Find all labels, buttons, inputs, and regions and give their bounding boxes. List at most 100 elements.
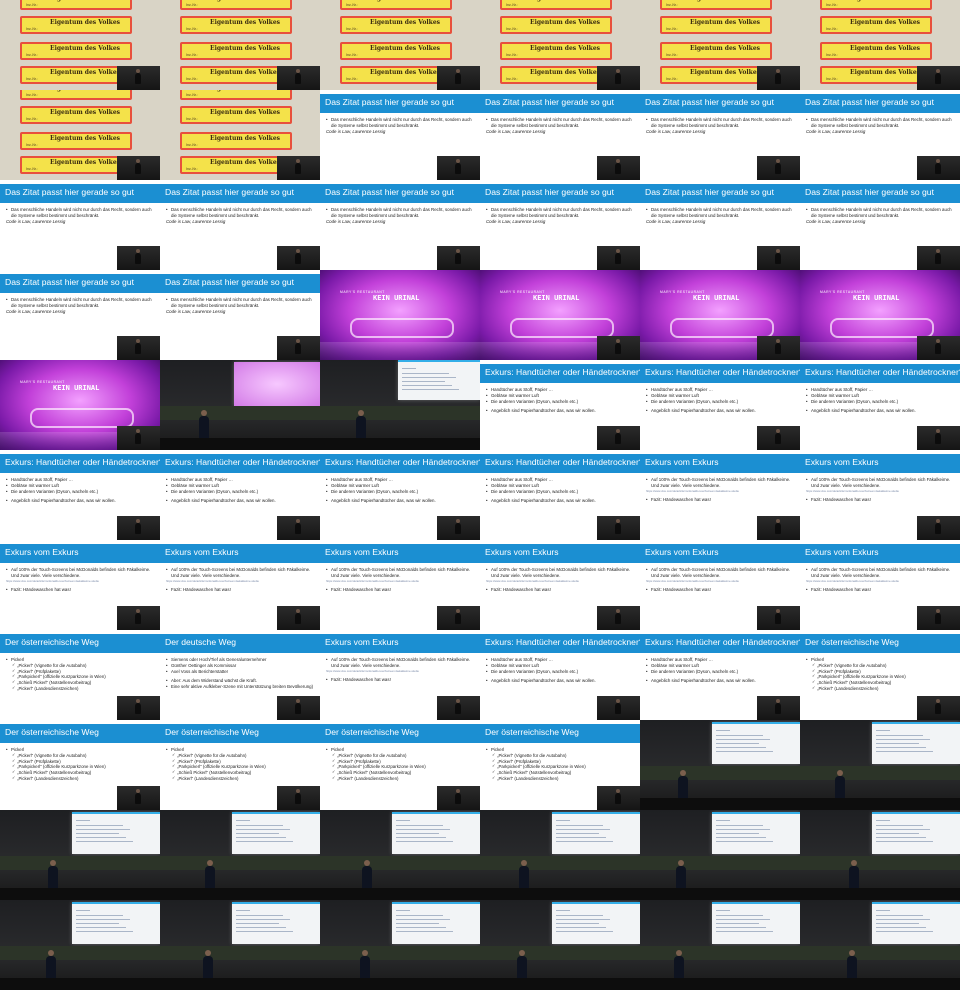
video-thumbnail[interactable]: Das Zitat passt hier gerade so gut Das me… [160, 180, 320, 270]
slide-title: Das Zitat passt hier gerade so gut [645, 187, 774, 197]
speaker-head [136, 69, 140, 73]
video-thumbnail[interactable]: MARY'S RESTAURANT KEIN URINAL [320, 270, 480, 360]
video-thumbnail[interactable] [800, 810, 960, 900]
bullet: Fazit: Händewaschen hat was! [6, 587, 154, 593]
video-thumbnail[interactable]: Das Zitat passt hier gerade so gut Das me… [640, 90, 800, 180]
slide-header-bar: Das Zitat passt hier gerade so gut [320, 94, 480, 113]
lecturer-head [207, 860, 213, 866]
video-thumbnail[interactable]: Eigentum des VolkesInv.-Nr.:Eigentum des… [0, 90, 160, 180]
sticker-title: Eigentum des Volkes [850, 45, 921, 52]
video-thumbnail[interactable] [160, 360, 320, 450]
urinal-sign: KEIN URINAL [693, 294, 740, 302]
sticker-title: Eigentum des Volkes [530, 0, 600, 2]
video-thumbnail[interactable]: MARY'S RESTAURANT KEIN URINAL [800, 270, 960, 360]
video-thumbnail[interactable]: Exkurs vom Exkurs Auf 100% der Touch-Scre… [320, 540, 480, 630]
speaker-figure [455, 613, 461, 624]
video-thumbnail[interactable] [800, 720, 960, 810]
video-thumbnail[interactable]: MARY'S RESTAURANT KEIN URINAL [480, 270, 640, 360]
video-thumbnail[interactable] [160, 810, 320, 900]
speaker-cam-inset [277, 786, 320, 810]
video-thumbnail[interactable]: Exkurs: Handtücher oder Händetrockner? Ha… [160, 450, 320, 540]
video-thumbnail[interactable]: Das Zitat passt hier gerade so gut Das me… [160, 270, 320, 360]
screen-text-line [402, 373, 449, 374]
bullet: Auf 100% der Touch-Screens bei McDonalds… [806, 477, 954, 489]
video-thumbnail[interactable]: Exkurs: Handtücher oder Händetrockner? Ha… [800, 360, 960, 450]
video-thumbnail[interactable]: Das Zitat passt hier gerade so gut Das me… [0, 180, 160, 270]
video-thumbnail[interactable]: Exkurs vom Exkurs Auf 100% der Touch-Scre… [320, 630, 480, 720]
speaker-head [616, 69, 620, 73]
speaker-head [936, 609, 940, 613]
speaker-head [936, 339, 940, 343]
video-thumbnail[interactable]: Exkurs: Handtücher oder Händetrockner? Ha… [320, 450, 480, 540]
video-thumbnail[interactable]: Eigentum des VolkesInv.-Nr.: Eigentum des… [640, 0, 800, 90]
video-thumbnail[interactable]: Der österreichische Weg Pickerl„Pickerl“ … [320, 720, 480, 810]
video-thumbnail[interactable]: Eigentum des VolkesInv.-Nr.:Eigentum des… [160, 90, 320, 180]
video-thumbnail[interactable] [320, 360, 480, 450]
screen-text-line [716, 923, 759, 924]
speaker-cam-inset [117, 786, 160, 810]
video-thumbnail[interactable] [640, 720, 800, 810]
video-thumbnail[interactable]: Der österreichische Weg Pickerl„Pickerl“ … [480, 720, 640, 810]
slide-header-bar: Das Zitat passt hier gerade so gut [640, 184, 800, 203]
bullet: Das menschliche Handeln wird nicht nur d… [6, 297, 154, 309]
lecturer [203, 950, 213, 980]
video-thumbnail[interactable]: Exkurs: Handtücher oder Händetrockner? Ha… [640, 360, 800, 450]
speaker-head [776, 429, 780, 433]
video-thumbnail[interactable]: Das Zitat passt hier gerade so gut Das me… [480, 90, 640, 180]
video-thumbnail[interactable]: Der österreichische Weg Pickerl„Pickerl“ … [0, 720, 160, 810]
video-thumbnail[interactable]: Eigentum des VolkesInv.-Nr.:Eigentum des… [320, 0, 480, 90]
video-thumbnail[interactable]: Exkurs: Handtücher oder Händetrockner? Ha… [0, 450, 160, 540]
video-thumbnail[interactable]: Eigentum des VolkesInv.-Nr.:Eigentum des… [480, 0, 640, 90]
screen-text-line [716, 837, 766, 838]
video-thumbnail[interactable] [0, 900, 160, 990]
chalkboard [800, 946, 960, 960]
video-thumbnail[interactable]: Das Zitat passt hier gerade so gut Das me… [320, 180, 480, 270]
sticker-inventory-label: Inv.-Nr.: [506, 77, 518, 81]
video-thumbnail[interactable]: Exkurs vom Exkurs Auf 100% der Touch-Scre… [640, 450, 800, 540]
video-thumbnail[interactable]: Exkurs: Handtücher oder Händetrockner? Ha… [640, 630, 800, 720]
video-thumbnail[interactable]: Der österreichische Weg Pickerl„Pickerl“ … [800, 630, 960, 720]
lectern [640, 978, 800, 990]
video-thumbnail[interactable] [320, 900, 480, 990]
video-thumbnail[interactable]: Der österreichische Weg Pickerl„Pickerl“ … [0, 630, 160, 720]
screen-text-line [76, 841, 133, 842]
video-thumbnail[interactable] [800, 900, 960, 990]
video-thumbnail[interactable]: Der österreichische Weg Pickerl„Pickerl“ … [160, 720, 320, 810]
video-thumbnail[interactable]: Eigentum des VolkesInv.-Nr.:Eigentum des… [800, 0, 960, 90]
video-thumbnail[interactable]: MARY'S RESTAURANT KEIN URINAL [640, 270, 800, 360]
video-thumbnail[interactable]: Exkurs vom Exkurs Auf 100% der Touch-Scre… [800, 450, 960, 540]
speaker-head [136, 249, 140, 253]
video-thumbnail[interactable] [480, 810, 640, 900]
video-thumbnail[interactable]: Exkurs vom Exkurs Auf 100% der Touch-Scre… [800, 540, 960, 630]
video-thumbnail[interactable] [0, 810, 160, 900]
video-thumbnail[interactable]: Das Zitat passt hier gerade so gut Das me… [0, 270, 160, 360]
video-thumbnail[interactable]: Das Zitat passt hier gerade so gut Das me… [640, 180, 800, 270]
sticker: Eigentum des Volkes Inv.-Nr.: [660, 42, 772, 60]
screen-text-line [716, 747, 766, 748]
video-thumbnail[interactable]: Das Zitat passt hier gerade so gut Das me… [480, 180, 640, 270]
speaker-cam-inset [437, 786, 480, 810]
video-thumbnail[interactable] [160, 900, 320, 990]
video-thumbnail[interactable] [640, 900, 800, 990]
video-thumbnail[interactable]: MARY'S RESTAURANT KEIN URINAL [0, 360, 160, 450]
citation: Code is Law, Lawrence Lessig [646, 128, 706, 134]
video-thumbnail[interactable]: Eigentum des VolkesInv.-Nr.:Eigentum des… [0, 0, 160, 90]
video-thumbnail[interactable]: Das Zitat passt hier gerade so gut Das me… [320, 90, 480, 180]
video-thumbnail[interactable]: Eigentum des VolkesInv.-Nr.:Eigentum des… [160, 0, 320, 90]
video-thumbnail[interactable] [640, 810, 800, 900]
video-thumbnail[interactable]: Exkurs: Handtücher oder Händetrockner? Ha… [480, 450, 640, 540]
video-thumbnail[interactable]: Exkurs vom Exkurs Auf 100% der Touch-Scre… [640, 540, 800, 630]
video-thumbnail[interactable]: Der deutsche Weg Siemens oder Hoch/Tief a… [160, 630, 320, 720]
sticker: Eigentum des Volkes Inv.-Nr.: [660, 16, 772, 34]
video-thumbnail[interactable] [320, 810, 480, 900]
video-thumbnail[interactable]: Exkurs: Handtücher oder Händetrockner? Ha… [480, 630, 640, 720]
video-thumbnail[interactable]: Exkurs vom Exkurs Auf 100% der Touch-Scre… [480, 540, 640, 630]
video-thumbnail[interactable]: Exkurs: Handtücher oder Händetrockner? Ha… [480, 360, 640, 450]
video-thumbnail[interactable]: Das Zitat passt hier gerade so gut Das me… [800, 180, 960, 270]
video-thumbnail[interactable]: Exkurs vom Exkurs Auf 100% der Touch-Scre… [0, 540, 160, 630]
screen-text-line [556, 825, 603, 826]
lecturer-head [358, 410, 364, 416]
video-thumbnail[interactable] [480, 900, 640, 990]
video-thumbnail[interactable]: Exkurs vom Exkurs Auf 100% der Touch-Scre… [160, 540, 320, 630]
video-thumbnail[interactable]: Das Zitat passt hier gerade so gut Das me… [800, 90, 960, 180]
